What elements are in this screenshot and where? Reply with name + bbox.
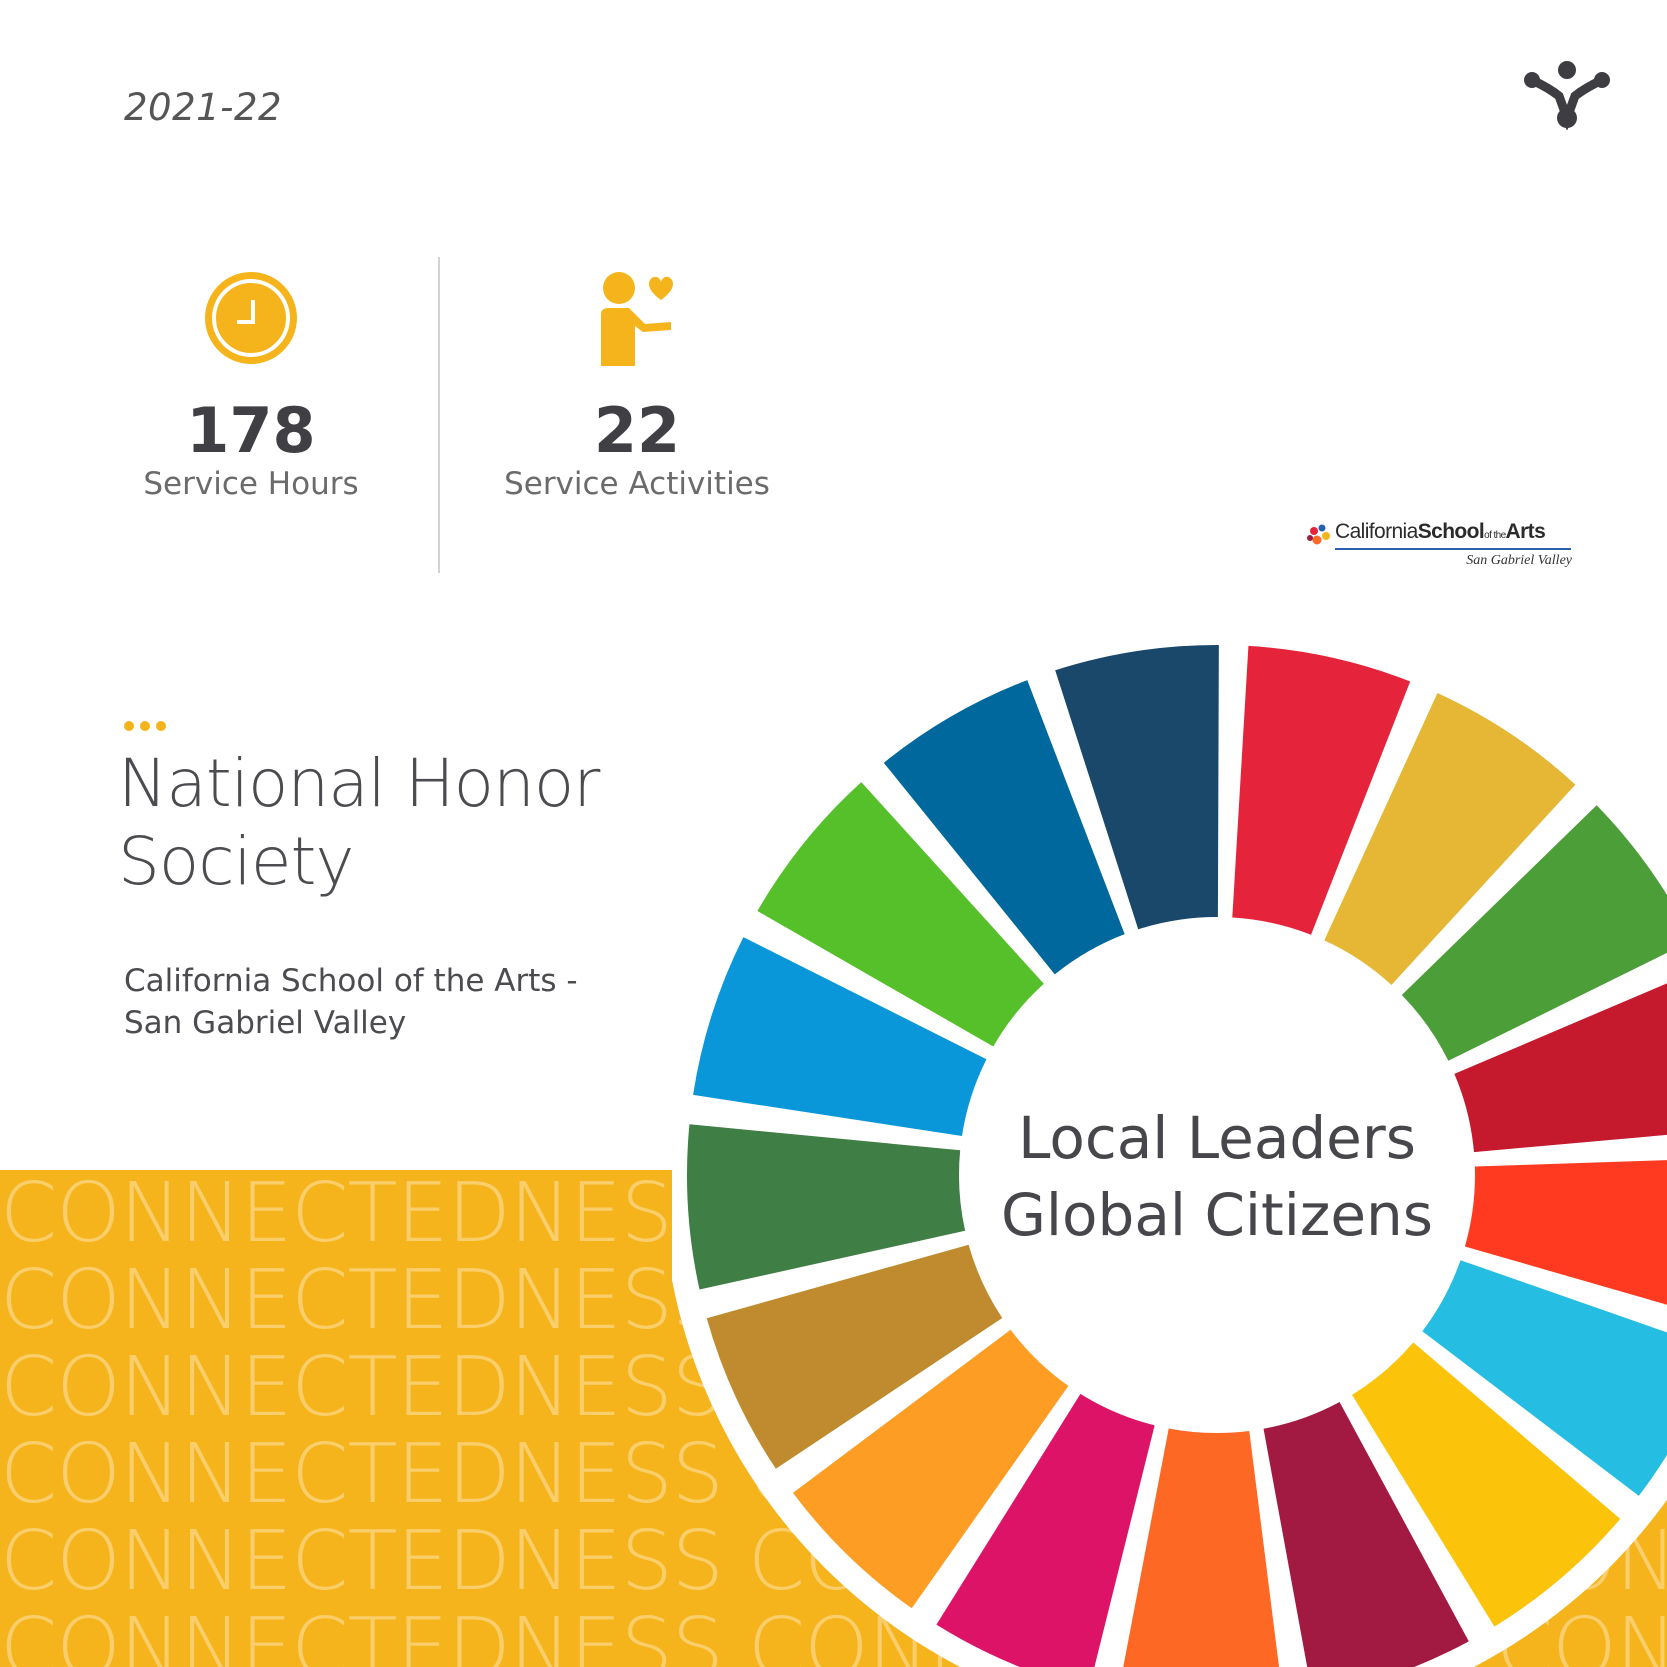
organization-name-line2: Society (118, 823, 354, 900)
clock-icon (205, 272, 297, 364)
school-mark-icon (1307, 524, 1330, 545)
dots-decoration (124, 718, 172, 736)
stat-divider (438, 257, 440, 573)
stat-value: 178 (186, 394, 316, 467)
stat-service-activities: 22 Service Activities (487, 270, 787, 502)
school-logo: CaliforniaSchoolof theArts San Gabriel V… (1302, 520, 1572, 570)
school-name-line1: California School of the Arts - (124, 963, 578, 999)
organization-name-line1: National Honor (118, 745, 600, 822)
organization-name: National Honor Society (118, 745, 678, 901)
school-logo-name: CaliforniaSchoolof theArts (1335, 520, 1546, 543)
wheel-center-text: Local Leaders Global Citizens (972, 1100, 1462, 1254)
connect-nodes-logo-icon (1524, 61, 1610, 130)
stat-label: Service Activities (504, 466, 770, 502)
year-label: 2021-22 (124, 86, 283, 129)
school-logo-tagline: San Gabriel Valley (1466, 553, 1572, 568)
school-logo-underline (1335, 548, 1571, 550)
wheel-center-line2: Global Citizens (1000, 1181, 1434, 1249)
stat-service-hours: 178 Service Hours (101, 270, 401, 502)
stat-label: Service Hours (143, 466, 359, 502)
wheel-center-line1: Local Leaders (1018, 1104, 1416, 1172)
school-name: California School of the Arts - San Gabr… (124, 960, 684, 1044)
school-name-line2: San Gabriel Valley (124, 1005, 407, 1041)
volunteer-heart-icon (601, 272, 673, 366)
stat-value: 22 (593, 394, 681, 467)
